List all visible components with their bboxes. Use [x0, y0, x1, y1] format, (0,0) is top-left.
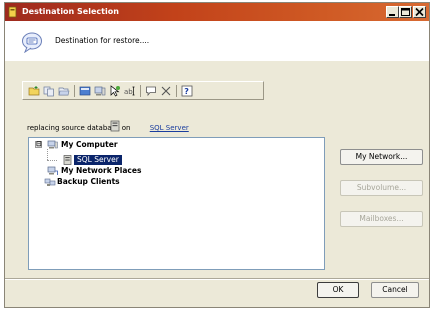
rename-icon[interactable]: ab — [124, 85, 136, 97]
maximize-button[interactable] — [399, 6, 412, 18]
collapse-icon[interactable]: ⊟ — [35, 141, 42, 148]
backup-clients-icon — [44, 178, 56, 186]
app-icon — [8, 6, 17, 18]
maximize-icon — [401, 8, 410, 16]
tree-connector — [47, 149, 48, 160]
svg-text:ab: ab — [124, 88, 133, 96]
computer-icon[interactable] — [94, 85, 106, 97]
bottom-separator — [5, 278, 429, 280]
new-folder-icon[interactable] — [28, 85, 40, 97]
cancel-button[interactable]: Cancel — [371, 282, 419, 298]
pointer-icon[interactable] — [109, 85, 121, 97]
destination-tree[interactable]: ⊟ My Computer SQL Server My Network Plac… — [28, 137, 325, 270]
title-bar[interactable]: Destination Selection — [5, 3, 429, 21]
source-server-link[interactable]: SQL Server — [150, 124, 189, 132]
tree-item-label: My Network Places — [61, 166, 142, 175]
mailboxes-button[interactable]: Mailboxes... — [340, 211, 423, 227]
toolbar-separator — [176, 85, 177, 97]
minimize-icon — [389, 14, 395, 16]
header-text: Destination for restore.... — [55, 36, 150, 45]
network-places-icon — [47, 166, 58, 175]
open-folder-icon[interactable] — [58, 85, 70, 97]
destination-selection-dialog: Destination Selection Destination for re… — [4, 2, 430, 308]
tree-item-label: Backup Clients — [57, 177, 120, 186]
dialog-header: Destination for restore.... — [5, 21, 429, 61]
computer-icon — [47, 140, 58, 149]
minimize-button[interactable] — [386, 6, 399, 18]
delete-icon[interactable] — [160, 85, 172, 97]
database-icon — [110, 120, 120, 132]
close-icon — [415, 7, 424, 17]
my-network-button[interactable]: My Network... — [340, 149, 423, 165]
comment-icon[interactable] — [145, 85, 157, 97]
copy-icon[interactable] — [43, 85, 55, 97]
tree-item-label: SQL Server — [74, 155, 122, 165]
window-title: Destination Selection — [22, 7, 119, 16]
subvolume-button[interactable]: Subvolume... — [340, 180, 423, 196]
source-line: replacing source database on SQL Server — [27, 124, 189, 132]
toolbar: ab ? — [22, 81, 264, 100]
toolbar-separator — [140, 85, 141, 97]
toolbar-separator — [74, 85, 75, 97]
ok-button[interactable]: OK — [317, 282, 359, 298]
svg-text:?: ? — [184, 87, 189, 96]
properties-icon[interactable] — [79, 85, 91, 97]
speech-bubble-icon — [22, 32, 42, 53]
tree-item-label: My Computer — [61, 140, 118, 149]
close-button[interactable] — [413, 6, 426, 18]
help-icon[interactable]: ? — [181, 85, 193, 97]
database-icon — [63, 155, 72, 165]
tree-connector — [47, 160, 57, 161]
